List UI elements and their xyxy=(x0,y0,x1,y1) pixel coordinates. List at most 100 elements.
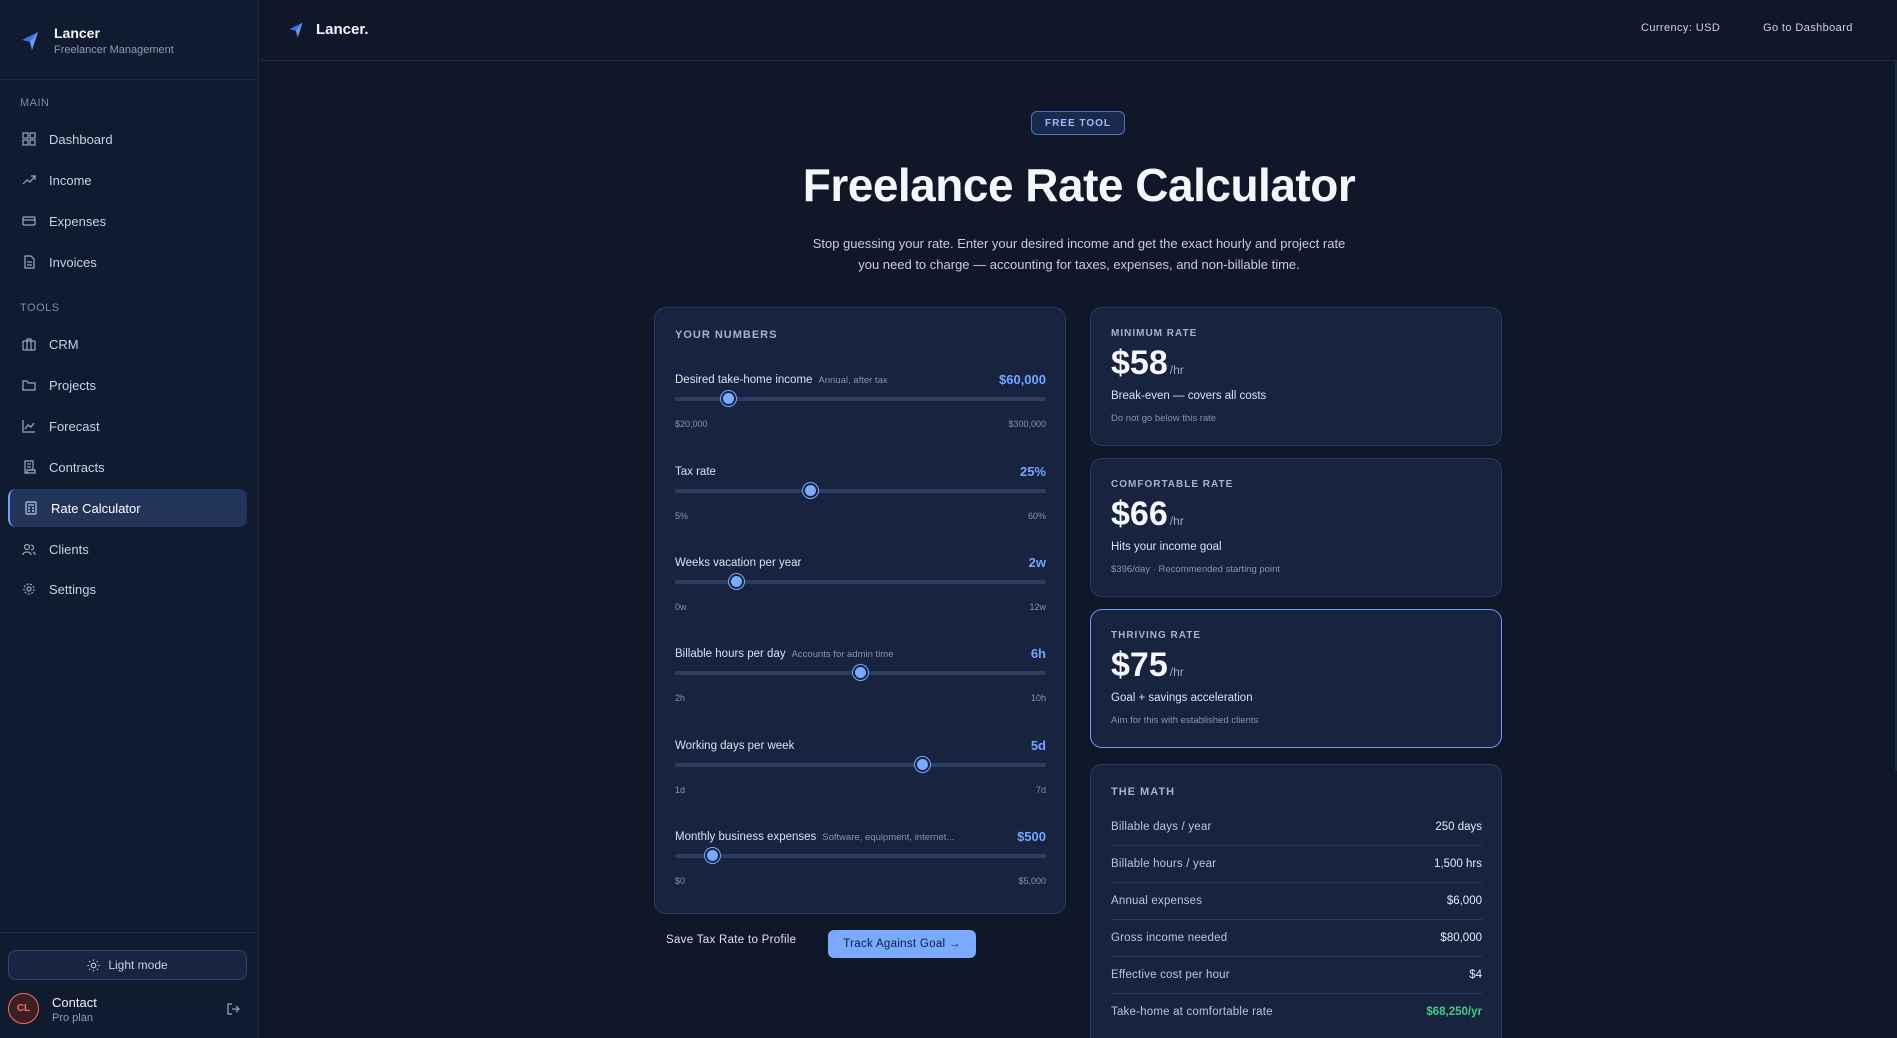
field-label: Monthly business expenses xyxy=(675,831,817,843)
go-to-dashboard-link[interactable]: Go to Dashboard xyxy=(1763,22,1853,34)
math-value: $6,000 xyxy=(1446,895,1482,907)
sidebar-item-label: Contracts xyxy=(49,459,105,475)
logout-icon[interactable] xyxy=(226,1002,240,1016)
rate-description: Break-even — covers all costs xyxy=(1111,390,1267,402)
slider-min: 0w xyxy=(675,602,687,612)
sidebar-item-invoices[interactable]: Invoices xyxy=(8,243,247,281)
sidebar-item-label: Forecast xyxy=(49,418,100,434)
save-tax-rate-button[interactable]: Save Tax Rate to Profile xyxy=(666,934,796,946)
math-value: $80,000 xyxy=(1440,932,1482,944)
brand-subtitle: Freelancer Management xyxy=(54,44,174,56)
slider-track[interactable] xyxy=(675,763,1046,767)
page-subtitle: Stop guessing your rate. Enter your desi… xyxy=(770,233,1388,275)
briefcase-icon xyxy=(22,338,36,351)
free-tool-badge: FREE TOOL xyxy=(1031,111,1125,135)
subtitle-line-1: Stop guessing your rate. Enter your desi… xyxy=(812,236,1346,251)
trending-up-icon xyxy=(22,175,36,185)
math-label: Effective cost per hour xyxy=(1111,969,1230,981)
field-label: Desired take-home income xyxy=(675,374,813,386)
math-value: $68,250/yr xyxy=(1426,1006,1482,1018)
sidebar-item-income[interactable]: Income xyxy=(8,161,247,199)
your-numbers-card: YOUR NUMBERS Desired take-home income Ann… xyxy=(654,307,1066,914)
sidebar-item-label: Clients xyxy=(49,541,89,557)
slider-thumb[interactable] xyxy=(802,483,818,498)
sidebar: Lancer Freelancer Management MAIN Dashbo… xyxy=(0,0,259,1038)
rate-note: Do not go below this rate xyxy=(1111,413,1217,424)
slider-thumb[interactable] xyxy=(704,848,720,863)
rate-value: $58 xyxy=(1111,344,1168,382)
slider-thumb[interactable] xyxy=(853,665,868,680)
avatar[interactable]: CL xyxy=(8,993,39,1024)
rate-label: COMFORTABLE RATE xyxy=(1111,479,1234,490)
rate-note: $396/day · Recommended starting point xyxy=(1111,564,1280,575)
slider-thumb[interactable] xyxy=(720,391,736,406)
field-label: Tax rate xyxy=(675,466,716,478)
slider-min: 2h xyxy=(675,693,686,703)
tax-rate-slider-field: Tax rate 25% 5% 60% xyxy=(675,464,1046,536)
rate-amount: $66/hr xyxy=(1111,495,1184,534)
page-title: Freelance Rate Calculator xyxy=(802,159,1356,211)
field-value: $500 xyxy=(1017,829,1046,844)
sun-icon xyxy=(87,958,100,972)
line-chart-icon xyxy=(22,420,35,433)
slider-max: 10h xyxy=(1030,693,1046,703)
rate-label: THRIVING RATE xyxy=(1111,630,1202,641)
slider-thumb[interactable] xyxy=(729,574,745,589)
math-label: Take-home at comfortable rate xyxy=(1111,1006,1273,1018)
slider-max: 60% xyxy=(1027,511,1046,521)
rate-note: Aim for this with established clients xyxy=(1111,715,1259,726)
math-label: Annual expenses xyxy=(1111,895,1203,907)
topbar-brand[interactable]: Lancer. xyxy=(316,21,369,38)
rate-amount: $58/hr xyxy=(1111,344,1184,383)
lancer-logo-icon[interactable] xyxy=(287,21,305,39)
rate-unit: /hr xyxy=(1169,514,1184,528)
billable-hours-slider-field: Billable hours per day Accounts for admin… xyxy=(675,646,1046,718)
field-label: Working days per week xyxy=(675,740,795,752)
track-against-goal-button[interactable]: Track Against Goal → xyxy=(828,930,976,958)
lancer-logo-icon xyxy=(22,32,38,50)
field-value: 5d xyxy=(1030,738,1046,753)
math-value: 250 days xyxy=(1435,821,1482,833)
credit-card-icon xyxy=(22,216,36,226)
math-label: Gross income needed xyxy=(1111,932,1228,944)
rate-value: $66 xyxy=(1111,495,1168,533)
sidebar-item-dashboard[interactable]: Dashboard xyxy=(8,120,247,158)
rate-description: Hits your income goal xyxy=(1111,541,1222,553)
rate-description: Goal + savings acceleration xyxy=(1111,692,1253,704)
sidebar-item-contracts[interactable]: Contracts xyxy=(8,448,247,486)
topbar: Lancer. Currency: USD Go to Dashboard xyxy=(260,0,1897,61)
working-days-slider-field: Working days per week 5d 1d 7d xyxy=(675,738,1046,810)
file-icon xyxy=(24,255,35,269)
sidebar-footer: Light mode CL Contact Pro plan xyxy=(0,932,259,1038)
sidebar-item-projects[interactable]: Projects xyxy=(8,366,247,404)
rate-unit: /hr xyxy=(1169,363,1184,377)
sidebar-item-clients[interactable]: Clients xyxy=(8,530,247,568)
slider-track[interactable] xyxy=(675,854,1046,858)
slider-max: 12w xyxy=(1029,602,1046,612)
field-value: $60,000 xyxy=(999,372,1046,387)
sidebar-brand[interactable]: Lancer Freelancer Management xyxy=(0,0,259,80)
slider-min: 5% xyxy=(675,511,689,521)
sidebar-item-forecast[interactable]: Forecast xyxy=(8,407,247,445)
slider-track[interactable] xyxy=(675,489,1046,493)
sidebar-item-label: Invoices xyxy=(49,254,97,270)
sidebar-item-rate-calculator[interactable]: Rate Calculator xyxy=(8,489,247,527)
slider-max: $300,000 xyxy=(1008,419,1046,429)
income-slider-field: Desired take-home income Annual, after ta… xyxy=(675,372,1046,444)
sidebar-item-label: Settings xyxy=(49,581,96,597)
field-value: 2w xyxy=(1028,555,1046,570)
math-label: Billable days / year xyxy=(1111,821,1212,833)
field-label: Weeks vacation per year xyxy=(675,557,802,569)
sidebar-item-label: Projects xyxy=(49,377,96,393)
sidebar-item-expenses[interactable]: Expenses xyxy=(8,202,247,240)
math-row: Gross income needed $80,000 xyxy=(1111,920,1482,957)
slider-max: $5,000 xyxy=(1018,876,1046,886)
currency-selector[interactable]: Currency: USD xyxy=(1641,22,1720,34)
sidebar-item-crm[interactable]: CRM xyxy=(8,325,247,363)
light-mode-toggle[interactable]: Light mode xyxy=(8,950,247,980)
field-hint: Annual, after tax xyxy=(818,375,888,386)
slider-thumb[interactable] xyxy=(914,757,930,772)
sidebar-item-settings[interactable]: Settings xyxy=(8,570,247,608)
rate-value: $75 xyxy=(1111,646,1168,684)
math-row: Take-home at comfortable rate $68,250/yr xyxy=(1111,994,1482,1031)
